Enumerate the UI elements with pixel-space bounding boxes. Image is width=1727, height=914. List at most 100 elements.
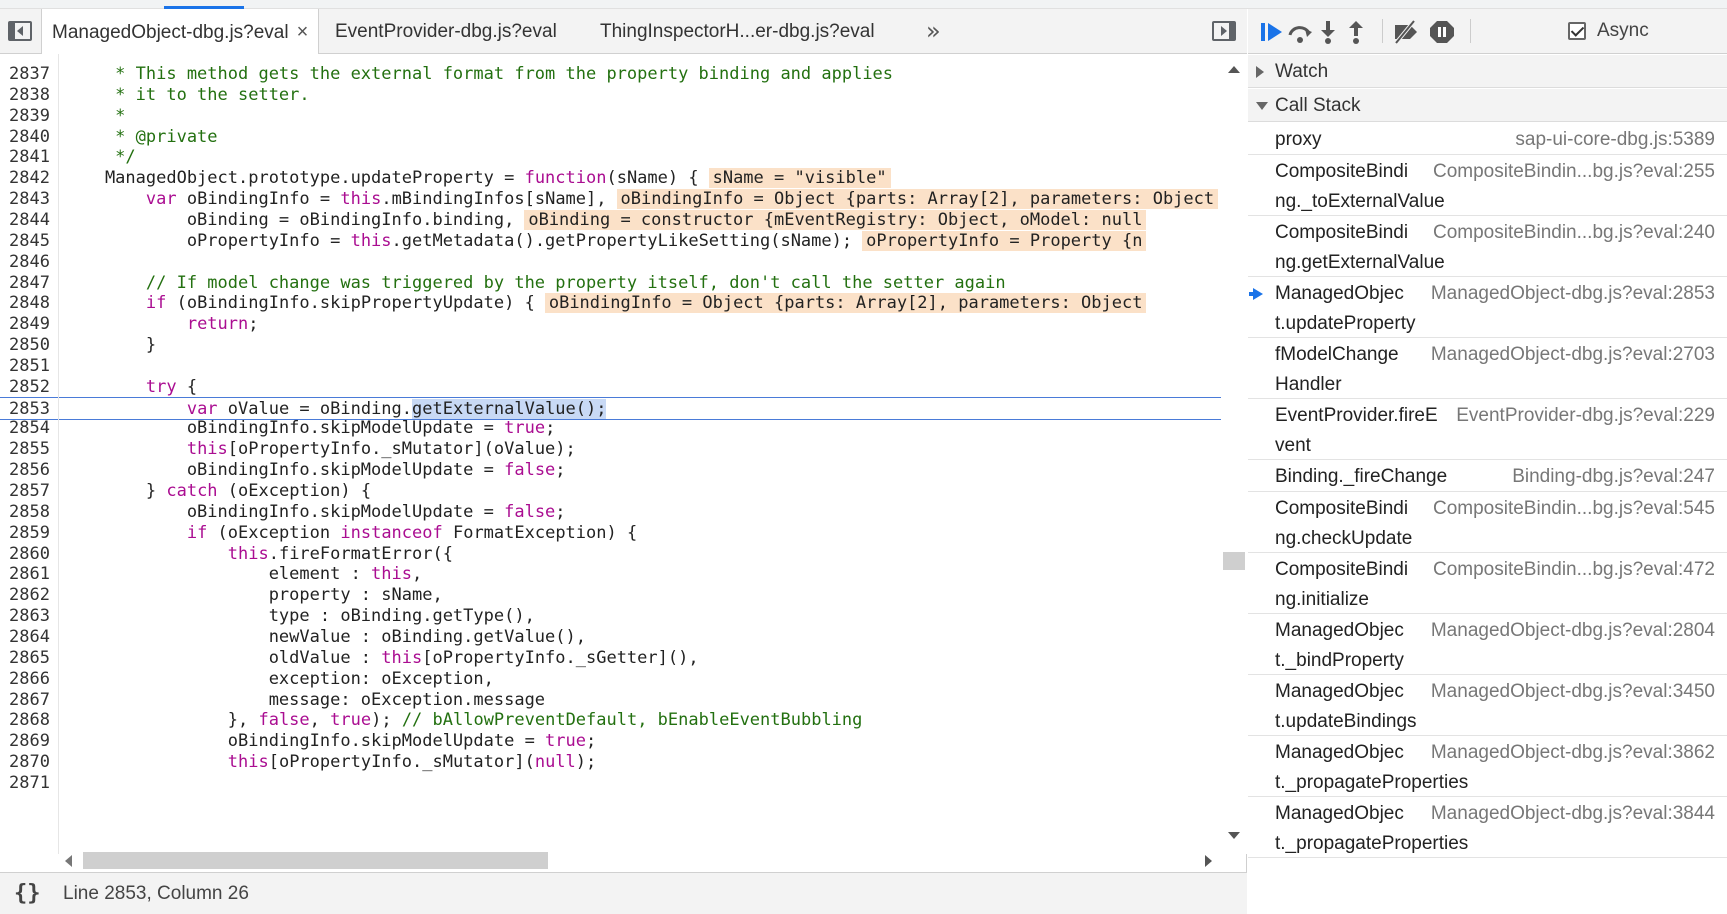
code-line[interactable]: 2855 this[oPropertyInfo._sMutator](oValu…: [0, 438, 1221, 461]
more-tabs-icon[interactable]: »: [926, 17, 941, 45]
watch-section-header[interactable]: Watch: [1248, 55, 1727, 88]
call-frame[interactable]: ManagedObjec t._propagateProperties Manage…: [1248, 736, 1727, 797]
line-number[interactable]: 2842: [0, 167, 56, 190]
call-frame[interactable]: proxy sap-ui-core-dbg.js:5389: [1248, 123, 1727, 155]
deactivate-breakpoints-icon[interactable]: [1392, 19, 1420, 45]
call-frame[interactable]: CompositeBindi ng.getExternalValue Composi…: [1248, 216, 1727, 277]
vertical-scrollbar[interactable]: [1221, 54, 1247, 854]
line-number[interactable]: 2844: [0, 209, 56, 232]
code-line[interactable]: 2867 message: oException.message: [0, 689, 1221, 712]
tab-eventprovider[interactable]: EventProvider-dbg.js?eval: [335, 9, 557, 54]
code-line[interactable]: 2857 } catch (oException) {: [0, 480, 1221, 503]
code-line[interactable]: 2845 oPropertyInfo = this.getMetadata().…: [0, 230, 1221, 253]
line-number[interactable]: 2838: [0, 84, 56, 107]
frame-location[interactable]: sap-ui-core-dbg.js:5389: [1515, 129, 1715, 151]
call-frame[interactable]: CompositeBindi ng.initialize CompositeBind…: [1248, 553, 1727, 614]
code-line[interactable]: 2866 exception: oException,: [0, 668, 1221, 691]
scroll-up-icon[interactable]: [1228, 66, 1240, 73]
code-line[interactable]: 2838 * it to the setter.: [0, 84, 1221, 107]
tab-thinginspector[interactable]: ThingInspectorH...er-dbg.js?eval: [600, 9, 875, 54]
frame-location[interactable]: ManagedObject-dbg.js?eval:3844: [1431, 803, 1715, 825]
code-line[interactable]: 2847 // If model change was triggered by…: [0, 272, 1221, 295]
code-line[interactable]: 2839 *: [0, 105, 1221, 128]
line-number[interactable]: 2866: [0, 668, 56, 691]
line-number[interactable]: 2840: [0, 126, 56, 149]
toggle-navigator-icon[interactable]: [8, 21, 32, 41]
line-number[interactable]: 2860: [0, 543, 56, 566]
pretty-print-icon[interactable]: {}: [14, 881, 41, 906]
step-into-icon[interactable]: [1314, 19, 1342, 45]
code-line[interactable]: 2851: [0, 355, 1221, 378]
code-line[interactable]: 2858 oBindingInfo.skipModelUpdate = fals…: [0, 501, 1221, 524]
code-line[interactable]: 2843 var oBindingInfo = this.mBindingInf…: [0, 188, 1221, 211]
line-number[interactable]: 2868: [0, 709, 56, 732]
async-checkbox[interactable]: [1568, 22, 1586, 40]
call-frame[interactable]: EventProvider.fireE vent EventProvider-dbg…: [1248, 399, 1727, 460]
call-frame[interactable]: ManagedObjec t._bindProperty ManagedObject…: [1248, 614, 1727, 675]
code-line[interactable]: 2868 }, false, true); // bAllowPreventDe…: [0, 709, 1221, 732]
code-line[interactable]: 2869 oBindingInfo.skipModelUpdate = true…: [0, 730, 1221, 753]
line-number[interactable]: 2839: [0, 105, 56, 128]
code-line[interactable]: 2852 try {: [0, 376, 1221, 399]
code-line[interactable]: 2842 ManagedObject.prototype.updatePrope…: [0, 167, 1221, 190]
code-line[interactable]: 2859 if (oException instanceof FormatExc…: [0, 522, 1221, 545]
code-line[interactable]: 2853 var oValue = oBinding.getExternalVa…: [0, 396, 1221, 420]
line-number[interactable]: 2848: [0, 292, 56, 315]
frame-location[interactable]: Binding-dbg.js?eval:247: [1512, 466, 1715, 488]
line-number[interactable]: 2865: [0, 647, 56, 670]
frame-location[interactable]: CompositeBindin...bg.js?eval:240: [1433, 222, 1715, 244]
call-frame[interactable]: fModelChange Handler ManagedObject-dbg.js?…: [1248, 338, 1727, 399]
line-number[interactable]: 2849: [0, 313, 56, 336]
resume-icon[interactable]: [1258, 19, 1286, 45]
call-frame[interactable]: CompositeBindi ng._toExternalValue Composi…: [1248, 155, 1727, 216]
code-line[interactable]: 2865 oldValue : this[oPropertyInfo._sGet…: [0, 647, 1221, 670]
code-line[interactable]: 2870 this[oPropertyInfo._sMutator](null)…: [0, 751, 1221, 774]
frame-location[interactable]: ManagedObject-dbg.js?eval:3862: [1431, 742, 1715, 764]
call-frame[interactable]: Binding._fireChange Binding-dbg.js?eval:2…: [1248, 460, 1727, 492]
call-frame[interactable]: CompositeBindi ng.checkUpdate CompositeBin…: [1248, 492, 1727, 553]
line-number[interactable]: 2845: [0, 230, 56, 253]
line-number[interactable]: 2862: [0, 584, 56, 607]
line-number[interactable]: 2837: [0, 63, 56, 86]
pause-on-exceptions-icon[interactable]: [1428, 19, 1456, 45]
frame-location[interactable]: EventProvider-dbg.js?eval:229: [1456, 405, 1715, 427]
line-number[interactable]: 2850: [0, 334, 56, 357]
toggle-debugger-icon[interactable]: [1212, 21, 1236, 41]
frame-location[interactable]: CompositeBindin...bg.js?eval:472: [1433, 559, 1715, 581]
line-number[interactable]: 2843: [0, 188, 56, 211]
line-number[interactable]: 2851: [0, 355, 56, 378]
code-view[interactable]: 2837 * This method gets the external for…: [0, 54, 1221, 854]
scroll-down-icon[interactable]: [1228, 832, 1240, 839]
code-line[interactable]: 2841 */: [0, 146, 1221, 169]
code-line[interactable]: 2844 oBinding = oBindingInfo.binding, oBi…: [0, 209, 1221, 232]
line-number[interactable]: 2871: [0, 772, 56, 795]
line-number[interactable]: 2864: [0, 626, 56, 649]
frame-location[interactable]: ManagedObject-dbg.js?eval:3450: [1431, 681, 1715, 703]
code-line[interactable]: 2863 type : oBinding.getType(),: [0, 605, 1221, 628]
line-number[interactable]: 2867: [0, 689, 56, 712]
line-number[interactable]: 2846: [0, 251, 56, 274]
line-number[interactable]: 2869: [0, 730, 56, 753]
code-line[interactable]: 2854 oBindingInfo.skipModelUpdate = true…: [0, 417, 1221, 440]
line-number[interactable]: 2856: [0, 459, 56, 482]
line-number[interactable]: 2841: [0, 146, 56, 169]
code-line[interactable]: 2849 return;: [0, 313, 1221, 336]
call-frame[interactable]: ManagedObjec t.updateBindings ManagedObjec…: [1248, 675, 1727, 736]
scroll-left-icon[interactable]: [65, 855, 72, 867]
tab-managedobject[interactable]: ManagedObject-dbg.js?eval ×: [41, 9, 320, 54]
horizontal-scrollbar[interactable]: [59, 850, 1221, 872]
code-line[interactable]: 2861 element : this,: [0, 563, 1221, 586]
code-line[interactable]: 2846: [0, 251, 1221, 274]
line-number[interactable]: 2870: [0, 751, 56, 774]
code-line[interactable]: 2862 property : sName,: [0, 584, 1221, 607]
frame-location[interactable]: CompositeBindin...bg.js?eval:545: [1433, 498, 1715, 520]
line-number[interactable]: 2861: [0, 563, 56, 586]
line-number[interactable]: 2855: [0, 438, 56, 461]
code-line[interactable]: 2860 this.fireFormatError({: [0, 543, 1221, 566]
frame-location[interactable]: ManagedObject-dbg.js?eval:2804: [1431, 620, 1715, 642]
line-number[interactable]: 2863: [0, 605, 56, 628]
frame-location[interactable]: ManagedObject-dbg.js?eval:2853: [1431, 283, 1715, 305]
call-frame[interactable]: ManagedObjec t._propagateProperties Manage…: [1248, 797, 1727, 858]
code-line[interactable]: 2871: [0, 772, 1221, 795]
code-line[interactable]: 2864 newValue : oBinding.getValue(),: [0, 626, 1221, 649]
